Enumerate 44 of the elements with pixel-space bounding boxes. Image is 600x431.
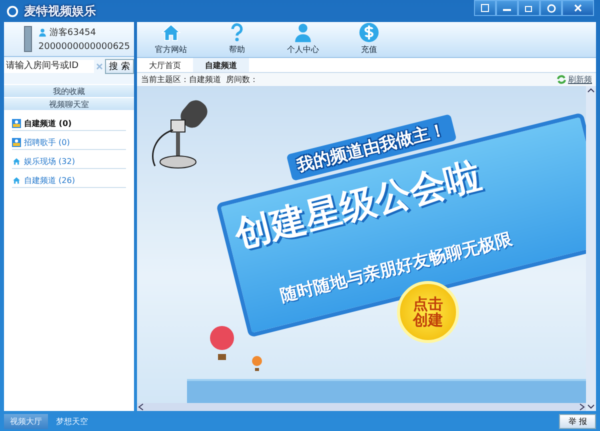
square-icon: [481, 4, 489, 12]
search-button[interactable]: 搜 索: [105, 58, 134, 74]
app-logo-icon: [6, 4, 19, 18]
settings-button[interactable]: [540, 0, 562, 16]
person-icon: [292, 22, 314, 43]
section-header[interactable]: 我的收藏: [4, 84, 134, 97]
toolbar-button[interactable]: 充值: [345, 22, 393, 57]
window-title: 麦特视频娱乐: [24, 2, 96, 20]
house-icon: [12, 176, 21, 184]
restore-icon: [525, 4, 533, 12]
house-icon: [160, 22, 182, 43]
room-search-field[interactable]: 请输入房间号或ID: [4, 60, 94, 72]
toolbar-button[interactable]: 个人中心: [279, 22, 327, 57]
restore-button[interactable]: [518, 0, 540, 16]
minimize-button[interactable]: [496, 0, 518, 16]
house-icon: [12, 156, 21, 166]
user-id: 2000000000000625: [38, 42, 130, 52]
vertical-scrollbar[interactable]: [586, 86, 596, 411]
close-button[interactable]: [562, 0, 594, 16]
room-item[interactable]: 自建频道 (0): [12, 116, 126, 131]
room-item[interactable]: 招聘歌手 (0): [12, 135, 126, 150]
user-card-icon: [12, 118, 21, 128]
hot-air-balloon-icon: [251, 356, 263, 372]
room-item[interactable]: 自建频道 (26): [12, 173, 126, 188]
refresh-link[interactable]: 刷新频: [557, 74, 592, 85]
tab[interactable]: 自建频道: [193, 58, 249, 72]
user-icon: [38, 28, 48, 37]
avatar-photo-placeholder: [24, 26, 32, 52]
horizontal-scrollbar[interactable]: [137, 403, 586, 411]
close-icon: [574, 4, 582, 12]
create-button[interactable]: 点击创建: [397, 281, 459, 343]
section-header[interactable]: 视频聊天室: [4, 97, 134, 110]
toolbar-button[interactable]: 官方网站: [147, 22, 195, 57]
user-name: 游客63454: [49, 26, 96, 39]
dollar-icon: [358, 22, 380, 43]
refresh-icon: [557, 75, 566, 84]
report-button[interactable]: 举 报: [559, 414, 596, 428]
room-item[interactable]: 娱乐现场 (32): [12, 154, 126, 169]
breadcrumb-text: 当前主题区：自建频道 房间数：: [141, 74, 258, 85]
user-card-icon: [12, 138, 21, 146]
settings-icon: [546, 4, 556, 12]
toolbar-button[interactable]: 帮助: [213, 22, 261, 57]
skin-button[interactable]: [474, 0, 496, 16]
hot-air-balloon-icon: [209, 326, 235, 362]
